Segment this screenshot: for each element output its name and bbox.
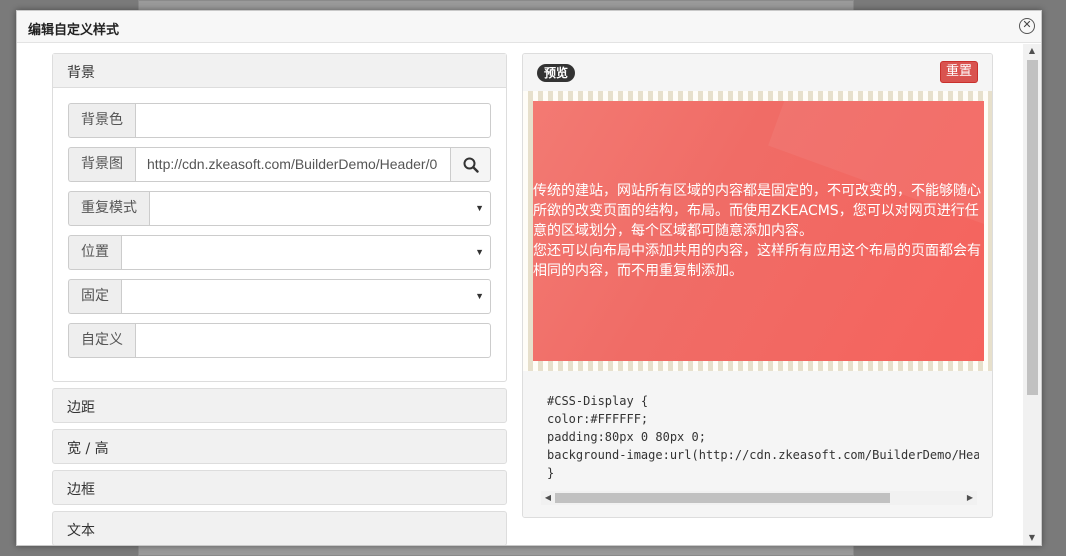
attachment-row: 固定 ▼ [68, 279, 491, 314]
attachment-select[interactable]: ▼ [121, 279, 491, 314]
bg-color-input[interactable] [135, 103, 491, 138]
bg-color-label: 背景色 [68, 103, 135, 138]
text-panel-header[interactable]: 文本 [52, 511, 507, 545]
border-panel-header[interactable]: 边框 [52, 470, 507, 505]
repeat-mode-label: 重复模式 [68, 191, 149, 226]
custom-label: 自定义 [68, 323, 135, 358]
position-row: 位置 ▼ [68, 235, 491, 270]
margin-panel-header[interactable]: 边距 [52, 388, 507, 423]
attachment-label: 固定 [68, 279, 121, 314]
preview-text: 传统的建站，网站所有区域的内容都是固定的，不可改变的，不能够随心 所欲的改变页面… [533, 181, 984, 281]
custom-row: 自定义 [68, 323, 491, 358]
scroll-left-icon[interactable]: ◀ [541, 491, 555, 505]
image-search-button[interactable] [451, 147, 491, 182]
dialog-scroll-thumb[interactable] [1027, 60, 1038, 395]
chevron-down-icon: ▼ [475, 203, 484, 213]
dialog-vertical-scrollbar[interactable]: ▲ ▼ [1023, 44, 1041, 545]
preview-text-line: 您还可以向布局中添加共用的内容，这样所有应用这个布局的页面都会有 [533, 243, 981, 259]
code-horizontal-scrollbar[interactable]: ◀ ▶ [541, 491, 977, 505]
code-line: padding:80px 0 80px 0; [547, 430, 706, 444]
preview-text-line: 所欲的改变页面的结构，布局。而使用ZKEACMS，您可以对网页进行任 [533, 203, 979, 219]
dialog-titlebar: 编辑自定义样式 ✕ [17, 11, 1041, 43]
code-line: background-image:url(http://cdn.zkeasoft… [547, 448, 979, 462]
background-panel: 背景 背景色 背景图 http://cdn.zkeasoft.com/Build… [52, 53, 507, 382]
scroll-right-icon[interactable]: ▶ [963, 491, 977, 505]
code-line: #CSS-Display { [547, 394, 649, 408]
reset-button[interactable]: 重置 [939, 61, 978, 83]
custom-input[interactable] [135, 323, 491, 358]
css-code-area: #CSS-Display { color:#FFFFFF; padding:80px… [523, 371, 992, 517]
bg-color-row: 背景色 [68, 103, 491, 138]
dialog-title: 编辑自定义样式 [28, 23, 120, 38]
preview-header: 预览 重置 [523, 54, 992, 90]
code-line: color:#FFFFFF; [547, 412, 649, 426]
bg-image-input[interactable]: http://cdn.zkeasoft.com/BuilderDemo/Head… [135, 147, 451, 182]
custom-style-dialog: 编辑自定义样式 ✕ 背景 背景色 背景图 http://cdn.zkeasoft… [16, 10, 1042, 546]
css-display-box: 传统的建站，网站所有区域的内容都是固定的，不可改变的，不能够随心 所欲的改变页面… [533, 101, 984, 361]
bg-image-label: 背景图 [68, 147, 135, 182]
code-line: } [547, 466, 555, 480]
repeat-mode-row: 重复模式 ▼ [68, 191, 491, 226]
dialog-content: 背景 背景色 背景图 http://cdn.zkeasoft.com/Build… [17, 44, 1023, 545]
css-code-block: #CSS-Display { color:#FFFFFF; padding:80px… [547, 392, 979, 484]
close-icon[interactable]: ✕ [1019, 18, 1035, 34]
code-scroll-thumb[interactable] [555, 493, 890, 503]
scroll-down-icon[interactable]: ▼ [1023, 531, 1041, 545]
bg-image-row: 背景图 http://cdn.zkeasoft.com/BuilderDemo/… [68, 147, 491, 182]
position-label: 位置 [68, 235, 121, 270]
background-panel-header[interactable]: 背景 [53, 54, 506, 88]
preview-display-area: 传统的建站，网站所有区域的内容都是固定的，不可改变的，不能够随心 所欲的改变页面… [523, 91, 992, 371]
preview-text-line: 意的区域划分，每个区域都可随意添加内容。 [533, 223, 813, 239]
position-select[interactable]: ▼ [121, 235, 491, 270]
chevron-down-icon: ▼ [475, 247, 484, 257]
scroll-up-icon[interactable]: ▲ [1023, 44, 1041, 58]
preview-badge: 预览 [537, 64, 576, 82]
repeat-mode-select[interactable]: ▼ [149, 191, 491, 226]
search-icon [463, 157, 479, 173]
preview-text-line: 传统的建站，网站所有区域的内容都是固定的，不可改变的，不能够随心 [533, 183, 981, 199]
chevron-down-icon: ▼ [475, 291, 484, 301]
preview-panel: 预览 重置 传统的建站，网站所有区域的内容都是固定的，不可改变的，不能够随心 所… [522, 53, 993, 518]
preview-text-line: 相同的内容，而不用重复制添加。 [533, 263, 743, 279]
size-panel-header[interactable]: 宽 / 高 [52, 429, 507, 464]
